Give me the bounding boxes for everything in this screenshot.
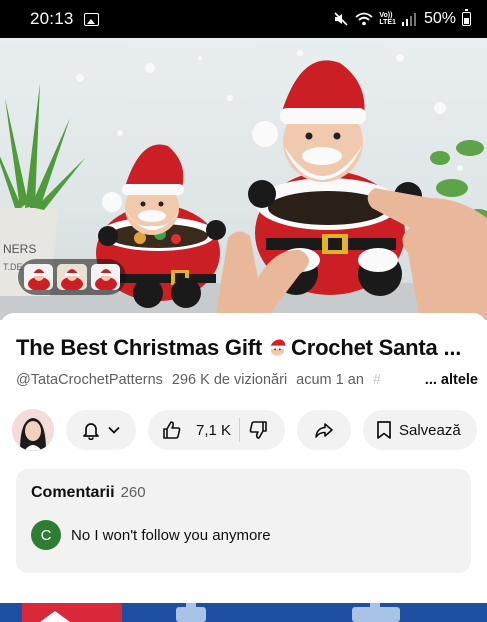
banner-graphic: [0, 603, 487, 622]
preview-thumb-strip[interactable]: [18, 259, 126, 295]
channel-handle[interactable]: @TataCrochetPatterns: [16, 372, 163, 388]
title-text-before: The Best Christmas Gift: [16, 335, 263, 360]
mute-icon: [334, 12, 348, 26]
comments-title: Comentarii: [31, 484, 115, 501]
save-button[interactable]: Salvează: [363, 410, 477, 450]
title-text-after: Crochet Santa ...: [291, 335, 462, 360]
action-row: 7,1 K Salvează: [12, 409, 487, 451]
save-label: Salvează: [399, 421, 461, 439]
share-icon: [315, 423, 333, 438]
video-meta: @TataCrochetPatterns 296 K de vizionări …: [16, 372, 478, 388]
video-title[interactable]: The Best Christmas Gift Crochet Santa ..…: [16, 335, 478, 361]
bottom-promo-banner[interactable]: [0, 603, 487, 622]
network-label: Vo)) LTE1: [379, 12, 396, 26]
like-icon[interactable]: [162, 420, 182, 440]
like-divider: [239, 418, 241, 442]
santa-thumb-icon: [57, 264, 87, 290]
santa-emoji-icon: [269, 339, 288, 357]
comments-heading: Comentarii 260: [31, 484, 146, 502]
santa-thumb-icon: [28, 269, 50, 290]
wifi-icon: [355, 12, 373, 26]
video-details-sheet: The Best Christmas Gift Crochet Santa ..…: [0, 313, 487, 603]
meta-fade: #: [372, 372, 381, 388]
preview-thumb-2[interactable]: [57, 264, 87, 290]
status-time: 20:13: [30, 9, 74, 28]
more-link[interactable]: ... altele: [425, 372, 478, 388]
top-comment[interactable]: C No I won't follow you anymore: [31, 520, 271, 550]
video-player[interactable]: NERS T.DE: [0, 38, 487, 320]
share-button[interactable]: [297, 410, 351, 450]
commenter-avatar: C: [31, 520, 61, 550]
notifications-button[interactable]: [66, 410, 136, 450]
view-count: 296 K de vizionări: [171, 372, 288, 388]
preview-thumb-3[interactable]: [90, 264, 120, 290]
channel-avatar-image: [12, 409, 54, 451]
status-bar: 20:13 Vo)) LTE1 50%: [0, 0, 487, 38]
signal-icon: [401, 12, 416, 26]
battery-icon: [462, 9, 471, 26]
upload-age: acum 1 an: [296, 372, 364, 388]
battery-percent: 50%: [423, 10, 456, 27]
bell-icon: [83, 423, 99, 440]
like-dislike-group: 7,1 K: [148, 410, 285, 450]
comments-count: 260: [120, 484, 146, 501]
santa-thumb-icon: [94, 269, 117, 290]
status-icons: Vo)) LTE1 50%: [333, 9, 471, 28]
comment-text: No I won't follow you anymore: [71, 526, 271, 544]
svg-text:NERS: NERS: [3, 242, 36, 256]
channel-avatar[interactable]: [12, 409, 54, 451]
network-line1: Vo)): [379, 12, 393, 19]
comments-panel[interactable]: Comentarii 260 C No I won't follow you an…: [16, 469, 471, 573]
dislike-icon[interactable]: [248, 420, 268, 440]
like-count[interactable]: 7,1 K: [196, 422, 231, 439]
network-line2: LTE1: [379, 19, 396, 26]
preview-thumb-1[interactable]: [24, 264, 54, 290]
chevron-down-icon: [108, 426, 120, 434]
bookmark-icon: [377, 421, 391, 439]
gallery-icon: [83, 12, 99, 26]
